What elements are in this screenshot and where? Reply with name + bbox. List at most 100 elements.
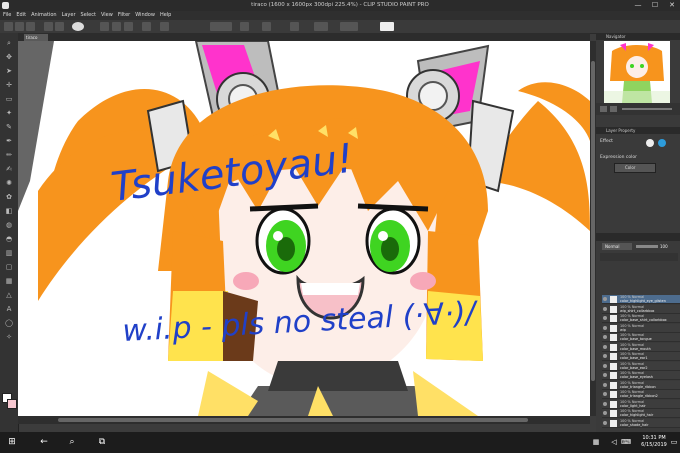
vertical-scroll-thumb[interactable] (591, 61, 595, 381)
navigator-thumbnail[interactable] (604, 41, 670, 103)
layer-row[interactable]: 100 % Normal color_highlight_eye_glisten (602, 295, 680, 304)
layer-visibility-eye-icon[interactable] (603, 382, 607, 387)
layer-row[interactable]: 100 % Normal color_base_mouth (602, 342, 680, 352)
correct-line-icon[interactable]: ✧ (5, 333, 13, 341)
undo-icon[interactable] (44, 22, 53, 31)
figure-tool-icon[interactable]: ▢ (5, 263, 13, 271)
crop-icon[interactable] (112, 22, 121, 31)
fill-icon[interactable] (124, 22, 133, 31)
keyboard-icon[interactable]: ⌨ (620, 436, 632, 448)
snap-special-icon[interactable] (262, 22, 271, 31)
layer-visibility-eye-icon[interactable] (603, 354, 607, 358)
layer-row[interactable]: 100 % Normal color_base_eyelash (602, 371, 680, 380)
snap-ruler-icon[interactable] (240, 22, 249, 31)
move-layer-icon[interactable]: ✛ (5, 81, 13, 89)
operation-tool-icon[interactable]: ➤ (5, 67, 13, 75)
layer-row[interactable]: 100 % Normal color_base_ear2 (602, 361, 680, 371)
notifications-icon[interactable]: ▭ (668, 436, 680, 448)
ruler-tool-icon[interactable]: △ (5, 291, 13, 299)
open-file-icon[interactable] (15, 22, 24, 31)
layer-visibility-eye-icon[interactable] (603, 411, 607, 415)
airbrush-icon[interactable]: ✺ (5, 179, 13, 187)
layer-row[interactable]: 100 % Normal color_triangle_ribbon (602, 380, 680, 390)
eye-icon[interactable] (72, 22, 84, 31)
ruler-icon[interactable] (142, 22, 151, 31)
clip-studio-icon[interactable] (290, 22, 299, 31)
save-icon[interactable] (26, 22, 35, 31)
effect-toggle-icon[interactable] (646, 139, 654, 147)
back-arrow-icon[interactable]: ← (38, 436, 50, 448)
zoom-tool-icon[interactable]: ⌕ (5, 39, 13, 47)
pen-tool-icon[interactable]: ✒ (5, 137, 13, 145)
layer-row[interactable]: 100 % Normal color_base_tongue (602, 333, 680, 342)
volume-icon[interactable]: ◁ (608, 436, 620, 448)
horizontal-scroll-thumb[interactable] (58, 418, 528, 422)
new-file-icon[interactable] (4, 22, 13, 31)
zoom-out-icon[interactable] (600, 106, 607, 112)
balloon-tool-icon[interactable]: ◯ (5, 319, 13, 327)
blend-tool-icon[interactable]: ◍ (5, 221, 13, 229)
layer-visibility-eye-icon[interactable] (603, 325, 607, 330)
tab-tiraco[interactable]: tiraco (24, 34, 48, 41)
minimize-button[interactable]: — (630, 0, 646, 11)
close-button[interactable]: ✕ (664, 0, 680, 11)
menu-layer[interactable]: Layer (62, 11, 76, 20)
menu-window[interactable]: Window (135, 11, 155, 20)
grid-icon[interactable] (160, 22, 169, 31)
menu-file[interactable]: File (3, 11, 11, 20)
layer-row[interactable]: 100 % Normal color_base_ear1 (602, 352, 680, 361)
layer-visibility-eye-icon[interactable] (603, 363, 607, 368)
layer-visibility-eye-icon[interactable] (603, 335, 607, 339)
menu-edit[interactable]: Edit (16, 11, 26, 20)
windows-start-icon[interactable]: ⊞ (6, 436, 18, 448)
palette-icon[interactable] (314, 22, 328, 31)
layer-visibility-eye-icon[interactable] (603, 306, 607, 311)
layer-row[interactable]: 100 % Normal wip_shirt_collarbbox (602, 304, 680, 314)
task-view-icon[interactable]: ⧉ (96, 436, 108, 448)
network-icon[interactable]: ▦ (590, 436, 602, 448)
decoration-icon[interactable]: ✿ (5, 193, 13, 201)
eyedropper-icon[interactable]: ✎ (5, 123, 13, 131)
menu-help[interactable]: Help (160, 11, 171, 20)
menu-view[interactable]: View (101, 11, 113, 20)
layer-visibility-eye-icon[interactable] (603, 297, 607, 301)
snap-toggle[interactable] (210, 22, 232, 31)
menu-animation[interactable]: Animation (31, 11, 57, 20)
sub-color-swatch[interactable] (7, 399, 17, 409)
auto-select-icon[interactable]: ✦ (5, 109, 13, 117)
layer-row[interactable]: 100 % Normal wip (602, 323, 680, 333)
pencil-tool-icon[interactable]: ✏ (5, 151, 13, 159)
eraser-icon[interactable]: ◧ (5, 207, 13, 215)
layer-visibility-eye-icon[interactable] (603, 401, 607, 406)
layer-row[interactable]: 100 % Normal color_triangle_ribbon2 (602, 390, 680, 399)
deselect-icon[interactable] (100, 22, 109, 31)
brush-tool-icon[interactable]: ✍ (5, 165, 13, 173)
layer-row[interactable]: 100 % Normal color_light_hair (602, 399, 680, 409)
horizontal-scrollbar[interactable] (18, 416, 590, 424)
search-icon[interactable]: ⌕ (66, 436, 78, 448)
menu-filter[interactable]: Filter (118, 11, 130, 20)
opacity-value[interactable]: 100 (660, 243, 676, 250)
layer-row[interactable]: 100 % Normal color_shade_hair (602, 418, 680, 428)
expression-color-select[interactable]: Color (614, 163, 656, 173)
selection-tool-icon[interactable]: ▭ (5, 95, 13, 103)
blend-mode-select[interactable]: Normal (602, 243, 632, 250)
layer-row[interactable]: 100 % Normal color_highlight_hair (602, 409, 680, 418)
layer-visibility-eye-icon[interactable] (603, 373, 607, 377)
maximize-button[interactable]: ☐ (647, 0, 663, 11)
frame-border-icon[interactable]: ▦ (5, 277, 13, 285)
help-icon[interactable] (380, 22, 394, 31)
layer-visibility-eye-icon[interactable] (603, 420, 607, 425)
layer-row[interactable]: 100 % Normal color_base_shirt_collarbbox (602, 314, 680, 323)
text-tool-icon[interactable]: A (5, 305, 13, 313)
color-effect-icon[interactable] (658, 139, 666, 147)
gradient-icon[interactable]: ▥ (5, 249, 13, 257)
assets-icon[interactable] (340, 22, 358, 31)
fill-tool-icon[interactable]: ◓ (5, 235, 13, 243)
move-tool-icon[interactable]: ✥ (5, 53, 13, 61)
redo-icon[interactable] (55, 22, 64, 31)
opacity-slider[interactable] (636, 245, 658, 248)
canvas[interactable]: Tsuketoyau! w.i.p - pls no steal (·∀·)/ (18, 41, 590, 416)
layer-visibility-eye-icon[interactable] (603, 344, 607, 349)
layer-visibility-eye-icon[interactable] (603, 392, 607, 396)
